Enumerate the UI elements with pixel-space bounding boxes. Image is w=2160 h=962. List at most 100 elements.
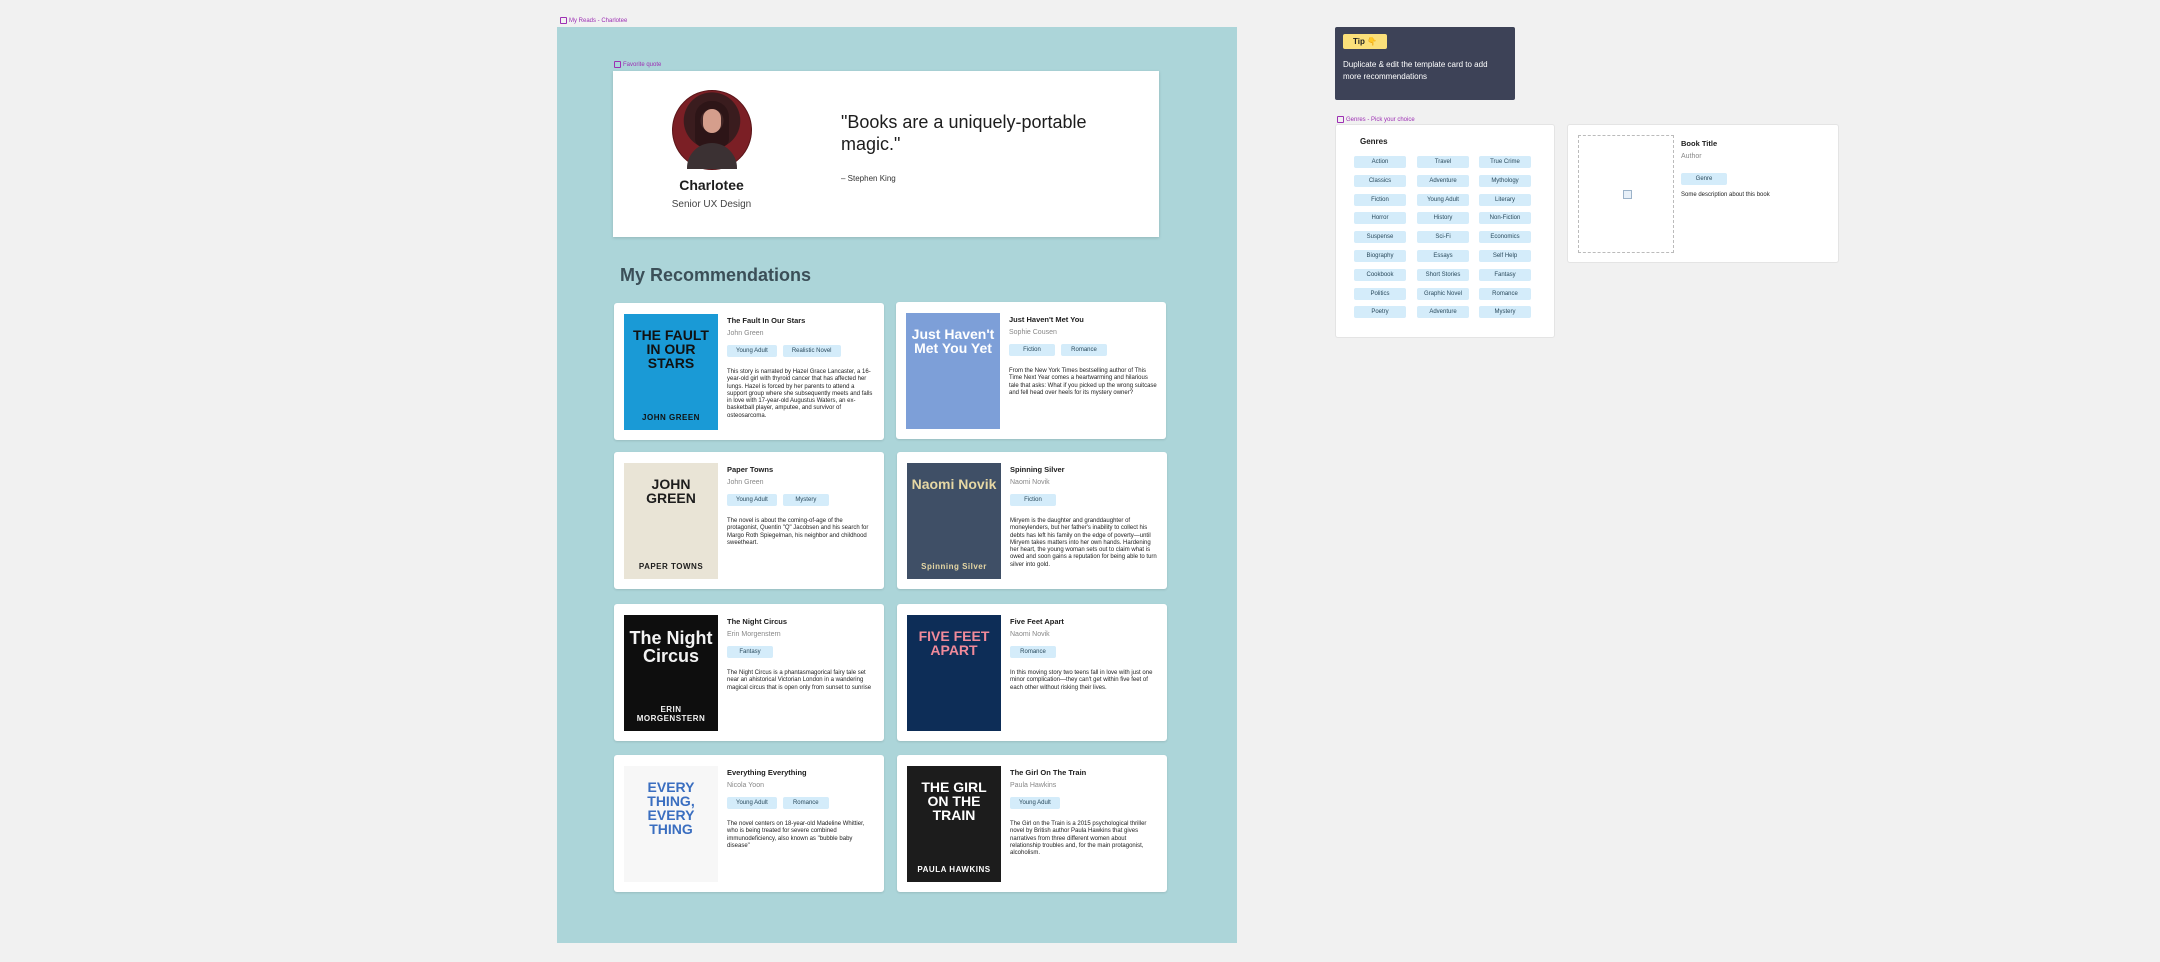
template-author: Author [1681, 153, 1702, 160]
genre-chip[interactable]: Politics [1354, 287, 1406, 300]
book-card[interactable]: Naomi Novik Spinning Silver Spinning Sil… [897, 452, 1167, 589]
tip-text: Duplicate & edit the template card to ad… [1343, 60, 1488, 81]
profile-frame-label[interactable]: Favorite quote [614, 61, 661, 68]
genre-chip[interactable]: Self Help [1479, 250, 1531, 262]
cover-title: EVERY THING, EVERY THING [647, 779, 695, 837]
frame-icon [1337, 116, 1344, 123]
book-tags: Fiction [1010, 494, 1056, 506]
board-frame-label[interactable]: My Reads - Charlotee [560, 17, 627, 24]
book-card[interactable]: JOHN GREEN PAPER TOWNS Paper Towns John … [614, 452, 884, 589]
book-author: Paula Hawkins [1010, 782, 1057, 789]
genre-chip[interactable]: Non-Fiction [1479, 212, 1531, 225]
genre-chip[interactable]: Mystery [1479, 306, 1531, 319]
book-cover: JOHN GREEN PAPER TOWNS [624, 463, 718, 579]
genres-frame-label-text: Genres - Pick your choice [1346, 116, 1415, 123]
genre-chip[interactable]: Poetry [1354, 306, 1406, 319]
cover-placeholder[interactable] [1578, 135, 1674, 253]
book-title: The Girl On The Train [1010, 768, 1087, 777]
frame-icon [560, 17, 567, 24]
cover-title: THE FAULT IN OUR STARS [633, 327, 709, 371]
cover-title: FIVE FEET APART [918, 628, 990, 658]
recommendations-title: My Recommendations [620, 265, 812, 285]
avatar [672, 90, 752, 170]
genre-chip[interactable]: Adventure [1417, 174, 1469, 187]
genre-chip[interactable]: Economics [1479, 231, 1531, 244]
book-cover: THE GIRL ON THE TRAIN PAULA HAWKINS [907, 766, 1001, 882]
genre-chip[interactable]: History [1417, 212, 1469, 225]
genre-chip[interactable]: Fiction [1354, 193, 1406, 206]
book-card[interactable]: THE GIRL ON THE TRAIN PAULA HAWKINS The … [897, 755, 1167, 892]
book-card[interactable]: The Night Circus ERIN MORGENSTERN The Ni… [614, 604, 884, 741]
book-title: Spinning Silver [1010, 465, 1065, 474]
cover-title: JOHN GREEN [646, 476, 696, 506]
book-title: The Fault In Our Stars [727, 316, 806, 325]
profile-card: Charlotee Senior UX Design "Books are a … [613, 71, 1159, 237]
genre-chip[interactable]: True Crime [1479, 156, 1531, 168]
genre-chip[interactable]: Literary [1479, 193, 1531, 206]
genre-tag[interactable]: Young Adult [1010, 797, 1060, 809]
genre-chip[interactable]: Classics [1354, 174, 1406, 187]
genre-tag[interactable]: Mystery [782, 494, 829, 506]
genre-chip[interactable]: Sci-Fi [1417, 231, 1469, 244]
book-tags: Fantasy [727, 646, 773, 658]
book-card[interactable]: EVERY THING, EVERY THING Everything Ever… [614, 755, 884, 892]
book-tags: Young Adult Romance [727, 797, 829, 809]
book-cover: The Night Circus ERIN MORGENSTERN [624, 615, 718, 731]
genre-tag[interactable]: Young Adult [727, 494, 777, 506]
tip-badge: Tip 👇 [1343, 34, 1388, 49]
book-title: Paper Towns [727, 465, 774, 474]
book-card[interactable]: Just Haven't Met You Yet Just Haven't Me… [896, 302, 1166, 439]
genre-chip[interactable]: Mythology [1479, 174, 1531, 187]
genre-chip[interactable]: Fantasy [1479, 268, 1531, 281]
cover-title: Just Haven't Met You Yet [911, 326, 995, 356]
book-author: Erin Morgenstern [727, 631, 781, 638]
genre-chip[interactable]: Graphic Novel [1417, 287, 1469, 300]
genre-tag[interactable]: Fantasy [727, 646, 773, 658]
cover-title: The Night Circus [629, 628, 713, 666]
genres-frame-label[interactable]: Genres - Pick your choice [1337, 116, 1415, 123]
genre-chip[interactable]: Action [1354, 156, 1406, 168]
genre-chip[interactable]: Adventure [1417, 306, 1469, 319]
genre-chip[interactable]: Suspense [1354, 231, 1406, 244]
genre-chip[interactable]: Cookbook [1354, 268, 1406, 281]
genre-chip[interactable]: Horror [1354, 212, 1406, 225]
genre-chip[interactable]: Romance [1479, 287, 1531, 300]
genre-tag[interactable]: Fiction [1010, 494, 1056, 506]
template-title: Book Title [1681, 139, 1718, 148]
template-book-card[interactable]: Book Title Author Genre Some description… [1568, 125, 1838, 262]
genre-tag[interactable]: Romance [782, 797, 829, 809]
cover-title: THE GIRL ON THE TRAIN [921, 779, 987, 823]
book-tags: Young Adult Realistic Novel [727, 345, 841, 357]
book-tags: Young Adult Mystery [727, 494, 829, 506]
cover-author: PAULA HAWKINS [917, 865, 991, 874]
genre-chip[interactable]: Short Stories [1417, 268, 1469, 281]
quote-author: – Stephen King [841, 174, 896, 183]
genre-tag[interactable]: Romance [1061, 344, 1107, 356]
genre-tag[interactable]: Young Adult [727, 345, 777, 357]
book-description: Miryem is the daughter and granddaughter… [1010, 518, 1157, 568]
book-title: The Night Circus [727, 617, 788, 626]
tip-card[interactable]: Tip 👇 Duplicate & edit the template card… [1335, 27, 1515, 100]
book-cover: Just Haven't Met You Yet [906, 313, 1000, 429]
book-card[interactable]: FIVE FEET APART Five Feet Apart Naomi No… [897, 604, 1167, 741]
cover-author: PAPER TOWNS [638, 562, 704, 571]
genre-chip[interactable]: Biography [1354, 250, 1406, 262]
board-frame-label-text: My Reads - Charlotee [569, 17, 628, 24]
favorite-quote: "Books are a uniquely-portable magic." [841, 112, 1087, 154]
genre-tag[interactable]: Romance [1010, 646, 1056, 658]
cover-author: Spinning Silver [921, 562, 987, 571]
book-author: Sophie Cousen [1009, 329, 1057, 336]
book-title: Everything Everything [727, 768, 807, 777]
genre-chip[interactable]: Young Adult [1417, 193, 1469, 206]
genre-tag[interactable]: Realistic Novel [782, 345, 841, 357]
genre-chip[interactable]: Essays [1417, 250, 1469, 262]
book-card[interactable]: THE FAULT IN OUR STARS JOHN GREEN The Fa… [614, 303, 884, 440]
book-tags: Romance [1010, 646, 1056, 658]
book-description: The Girl on the Train is a 2015 psycholo… [1010, 821, 1147, 857]
genres-panel: Genres Action Classics Fiction Horror Suspen… [1336, 125, 1554, 337]
genre-tag[interactable]: Genre [1681, 173, 1727, 185]
genre-tag[interactable]: Fiction [1009, 344, 1055, 356]
genre-tag[interactable]: Young Adult [727, 797, 777, 809]
profile-name: Charlotee [679, 177, 744, 193]
genre-chip[interactable]: Travel [1417, 156, 1469, 168]
